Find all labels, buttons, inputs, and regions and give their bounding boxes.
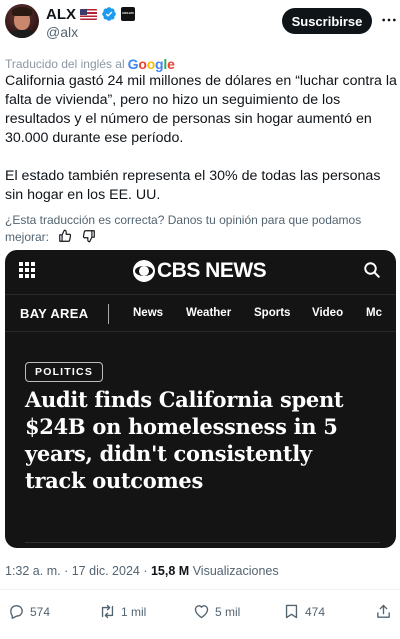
action-bar: 574 1 mil 5 mil 474 [0, 603, 400, 623]
section-label: BAY AREA [20, 306, 89, 321]
bookmark-icon [285, 604, 298, 619]
divider [0, 589, 400, 590]
tweet-date[interactable]: 17 dic. 2024 [72, 564, 140, 578]
meta-separator: · [64, 564, 69, 578]
name-row: ALX AFFILIATE [46, 5, 135, 23]
link-card[interactable]: CBS NEWS BAY AREA News Weather Sports Vi… [5, 250, 396, 548]
verified-icon[interactable] [101, 6, 117, 22]
affiliate-badge-text: AFFILIATE [121, 11, 135, 15]
bookmark-button[interactable]: 474 [283, 603, 325, 620]
avatar-hair [12, 7, 32, 16]
card-nav-bar: BAY AREA News Weather Sports Video Mc [5, 294, 396, 332]
card-top-bar: CBS NEWS [5, 250, 396, 290]
reply-count: 574 [30, 604, 51, 619]
tweet-paragraph: California gastó 24 mil millones de dóla… [5, 73, 397, 146]
translation-label: Traducido del inglés al Google [5, 56, 175, 72]
translation-text: Traducido del inglés al [5, 57, 125, 71]
nav-item-sports: Sports [254, 307, 291, 319]
bookmark-count: 474 [305, 604, 326, 619]
views-count: 15,8 M [150, 564, 190, 578]
like-icon [194, 605, 209, 619]
us-flag-icon [80, 8, 97, 20]
google-letter: e [167, 56, 175, 72]
reply-button[interactable]: 574 [8, 603, 50, 620]
affiliate-badge-icon[interactable]: AFFILIATE [121, 7, 135, 21]
tweet-meta: 1:32 a. m. · 17 dic. 2024 · 15,8 M Visua… [5, 564, 279, 578]
tweet-time[interactable]: 1:32 a. m. [5, 564, 61, 578]
nav-item-video: Video [312, 307, 344, 319]
display-name[interactable]: ALX [46, 6, 76, 23]
search-icon [364, 262, 380, 278]
views-label: Visualizaciones [192, 564, 279, 578]
share-icon [377, 604, 390, 618]
cbs-news-logo: CBS NEWS [133, 259, 267, 283]
like-button[interactable]: 5 mil [193, 603, 240, 620]
thumbs-down-icon[interactable] [82, 229, 96, 243]
category-tag: POLITICS [25, 362, 104, 382]
thumbs-up-icon[interactable] [58, 229, 72, 243]
reply-icon [10, 605, 23, 619]
more-icon[interactable] [381, 12, 397, 28]
google-letter: o [146, 56, 156, 72]
avatar[interactable] [5, 4, 39, 38]
cbs-logo-text: CBS NEWS [157, 259, 267, 282]
avatar-body [7, 30, 37, 38]
google-logo: Google [128, 56, 175, 72]
share-button[interactable] [375, 603, 392, 620]
translation-feedback: ¿Esta traducción es correcta? Danos tu o… [5, 212, 397, 246]
meta-separator: · [143, 564, 148, 578]
google-letter: o [138, 56, 147, 72]
repost-icon [101, 604, 114, 619]
nav-divider [108, 304, 109, 324]
card-divider [25, 542, 380, 543]
tweet-header: ALX AFFILIATE @alx Suscribirse [0, 0, 400, 48]
repost-button[interactable]: 1 mil [99, 603, 146, 620]
cbs-eye-icon [133, 260, 155, 282]
repost-count: 1 mil [121, 604, 147, 619]
tweet-text: California gastó 24 mil millones de dóla… [5, 72, 397, 205]
nav-item-weather: Weather [186, 307, 232, 319]
tweet-paragraph: El estado también representa el 30% de t… [5, 168, 381, 203]
card-headline: Audit finds California spent $24B on hom… [25, 387, 344, 493]
nav-item-news: News [133, 307, 164, 319]
nav-item-more: Mc [366, 307, 382, 319]
like-count: 5 mil [215, 604, 241, 619]
grid-menu-icon [19, 262, 35, 278]
google-letter: G [127, 56, 139, 72]
subscribe-button[interactable]: Suscribirse [282, 8, 372, 34]
handle[interactable]: @alx [46, 24, 78, 40]
